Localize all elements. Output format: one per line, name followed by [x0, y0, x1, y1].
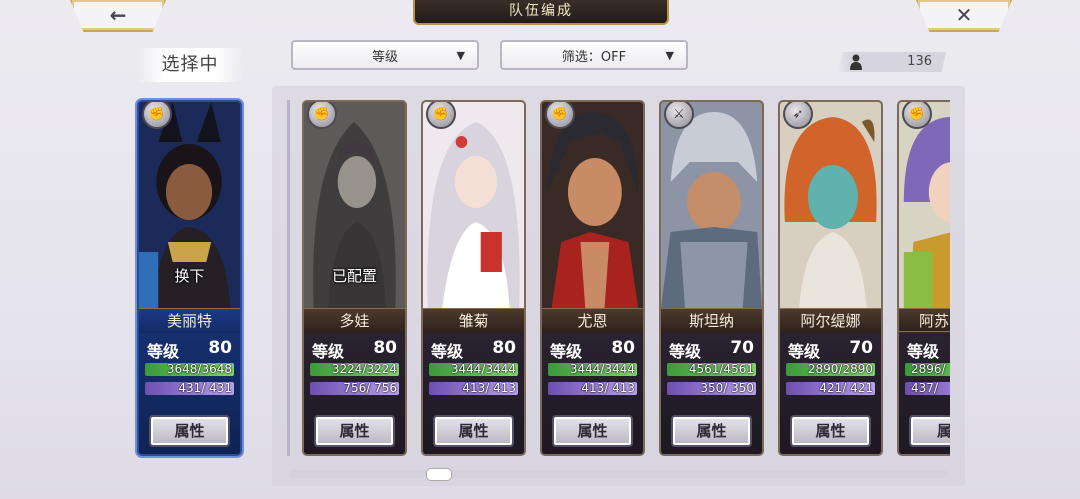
hand-icon: ✊: [902, 102, 932, 129]
hand-icon: ✊: [307, 102, 337, 129]
level-label: 等级: [550, 342, 583, 361]
unit-stats: 等级 80 3444/3444 413/ 413 属性: [423, 333, 524, 454]
unit-name: 斯坦纳: [661, 308, 762, 334]
unit-name: 雏菊: [423, 308, 524, 334]
hand-icon: ✊: [142, 102, 172, 129]
unit-card[interactable]: ➶ 阿尔缇娜 等级 70 2890/2890 421/ 421 属性: [778, 100, 883, 456]
hp-bar: 2896/: [905, 363, 950, 376]
hand-icon: ✊: [426, 102, 456, 129]
hp-bar: 4561/4561: [667, 363, 756, 376]
unit-stats: 等级 80 3224/3224 756/ 756 属性: [304, 333, 405, 454]
attributes-button[interactable]: 属性: [433, 415, 514, 447]
unit-stats: 等级 70 2890/2890 421/ 421 属性: [780, 333, 881, 454]
close-icon: ✕: [955, 3, 973, 27]
level-label: 等级: [312, 342, 345, 361]
mp-bar: 437/: [905, 382, 950, 395]
horizontal-scrollbar[interactable]: [290, 470, 948, 478]
hp-bar: 2890/2890: [786, 363, 875, 376]
mp-bar: 413/ 413: [548, 382, 637, 395]
unit-card[interactable]: ⚔ 斯坦纳 等级 70 4561/4561 350/ 350 属性: [659, 100, 764, 456]
mp-bar: 756/ 756: [310, 382, 399, 395]
unit-card[interactable]: ✊ 雏菊 等级 80 3444/3444 413/ 413 属性: [421, 100, 526, 456]
sword-icon: ⚔: [664, 102, 694, 129]
unit-name: 多娃: [304, 308, 405, 334]
unit-card[interactable]: ✊ 已配置 多娃 等级 80 3224/3224 756/ 756 属性: [302, 100, 407, 456]
attributes-button[interactable]: 属性: [314, 415, 395, 447]
attributes-button[interactable]: 属: [909, 415, 950, 447]
level-label: 等级: [669, 342, 702, 361]
unit-portrait: [899, 102, 950, 308]
mp-bar: 421/ 421: [786, 382, 875, 395]
unit-stats: 等级 2896/ 437/ 属: [899, 333, 950, 454]
level-label: 等级: [788, 342, 821, 361]
unit-portrait: [423, 102, 524, 308]
unit-card[interactable]: ✊ 尤恩 等级 80 3444/3444 413/ 413 属性: [540, 100, 645, 456]
level-value: 80: [373, 338, 397, 358]
unit-name: 阿苏: [899, 308, 950, 332]
hp-bar: 3224/3224: [310, 363, 399, 376]
bow-icon: ➶: [783, 102, 813, 129]
unit-portrait: [780, 102, 881, 308]
unit-name: 阿尔缇娜: [780, 308, 881, 334]
unit-card[interactable]: ✊ 阿苏 等级 2896/ 437/ 属: [897, 100, 950, 456]
level-label: 等级: [907, 342, 940, 361]
unit-name: 尤恩: [542, 308, 643, 334]
level-value: 70: [730, 338, 754, 358]
scrollbar-thumb[interactable]: [426, 468, 452, 481]
level-value: 80: [611, 338, 635, 358]
level-value: 80: [492, 338, 516, 358]
unit-list-viewport: ✊ 已配置 多娃 等级 80 3224/3224 756/ 756 属性 ✊ 雏…: [0, 0, 950, 499]
attributes-button[interactable]: 属性: [671, 415, 752, 447]
mp-bar: 350/ 350: [667, 382, 756, 395]
mp-bar: 413/ 413: [429, 382, 518, 395]
hp-bar: 3444/3444: [548, 363, 637, 376]
unit-portrait: [661, 102, 762, 308]
unit-stats: 等级 80 3444/3444 413/ 413 属性: [542, 333, 643, 454]
hp-bar: 3444/3444: [429, 363, 518, 376]
level-value: 70: [849, 338, 873, 358]
hand-icon: ✊: [545, 102, 575, 129]
level-label: 等级: [431, 342, 464, 361]
attributes-button[interactable]: 属性: [552, 415, 633, 447]
attributes-button[interactable]: 属性: [790, 415, 871, 447]
unit-overlay-status: 已配置: [331, 267, 377, 285]
unit-portrait: [542, 102, 643, 308]
unit-stats: 等级 70 4561/4561 350/ 350 属性: [661, 333, 762, 454]
